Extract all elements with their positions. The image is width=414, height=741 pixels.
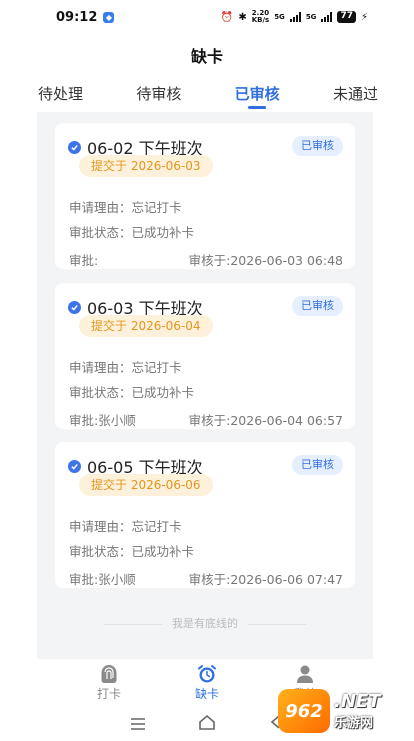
- tab-reviewed[interactable]: 已审核: [235, 80, 280, 112]
- watermark-site-name: 乐游网: [334, 716, 374, 731]
- reviewed-time: 审核于:2026-06-03 06:48: [188, 253, 343, 268]
- apply-reason: 申请理由：忘记打卡: [69, 200, 182, 215]
- submitted-date-chip: 提交于 2026-06-06: [79, 474, 213, 496]
- signal-icon-1: [289, 12, 301, 22]
- app-notification-icon: ◆: [103, 11, 115, 23]
- watermark-logo: 962: [278, 689, 330, 733]
- bluetooth-icon: ✱: [238, 11, 247, 23]
- status-badge: 已审核: [292, 455, 343, 475]
- reviewed-time: 审核于:2026-06-04 06:57: [188, 413, 343, 428]
- submitted-date-chip: 提交于 2026-06-04: [79, 315, 213, 337]
- check-circle-icon: [68, 300, 81, 314]
- approval-state: 审批状态：已成功补卡: [69, 385, 195, 400]
- active-tab-indicator: [248, 106, 267, 109]
- site-watermark: 962 .NET 乐游网: [278, 686, 408, 736]
- home-icon[interactable]: [198, 714, 216, 734]
- submitted-date-chip: 提交于 2026-06-03: [79, 155, 213, 177]
- battery-icon: 77: [337, 11, 356, 23]
- user-icon: [295, 664, 315, 684]
- check-circle-icon: [68, 459, 81, 473]
- watermark-text: .NET 乐游网: [334, 691, 380, 731]
- apply-reason: 申请理由：忘记打卡: [69, 519, 182, 534]
- approver: 审批:: [69, 253, 99, 268]
- record-list[interactable]: 06-02 下午班次 已审核 提交于 2026-06-03 申请理由：忘记打卡 …: [37, 112, 373, 659]
- record-card[interactable]: 06-05 下午班次 已审核 提交于 2026-06-06 申请理由：忘记打卡 …: [55, 442, 355, 588]
- apply-reason: 申请理由：忘记打卡: [69, 360, 182, 375]
- tab-rejected[interactable]: 未通过: [333, 80, 378, 112]
- nav-label: 缺卡: [194, 687, 219, 701]
- status-badge: 已审核: [292, 136, 343, 156]
- status-right: ⏰ ✱ 2.20 KB/s 5G 5G 77 ⚡: [221, 10, 368, 24]
- tab-label: 已审核: [234, 85, 280, 103]
- alarm-icon: ⏰: [220, 11, 234, 23]
- page-title: 缺卡: [190, 47, 223, 66]
- tab-label: 待处理: [38, 85, 84, 103]
- menu-icon[interactable]: [130, 715, 146, 734]
- approver: 审批:张小顺: [69, 572, 136, 587]
- signal-icon-2: [321, 12, 333, 22]
- sim1-label: 5G: [274, 12, 285, 21]
- approver: 审批:张小顺: [69, 413, 136, 428]
- tab-label: 未通过: [332, 85, 378, 103]
- check-circle-icon: [68, 140, 81, 154]
- charging-icon: ⚡: [360, 11, 368, 23]
- reviewed-time: 审核于:2026-06-06 07:47: [188, 572, 343, 587]
- sim2-label: 5G: [305, 12, 317, 21]
- record-card[interactable]: 06-03 下午班次 已审核 提交于 2026-06-04 申请理由：忘记打卡 …: [55, 283, 355, 429]
- watermark-domain: .NET: [334, 691, 381, 712]
- status-bar: 09:12 ◆ ⏰ ✱ 2.20 KB/s 5G 5G 77 ⚡: [0, 0, 414, 34]
- nav-item-clock-in[interactable]: 打卡: [79, 659, 139, 707]
- net-speed: 2.20 KB/s: [252, 10, 269, 24]
- tab-under-review[interactable]: 待审核: [136, 80, 181, 112]
- tab-label: 待审核: [136, 85, 182, 103]
- alarm-clock-icon: [197, 664, 217, 684]
- approval-state: 审批状态：已成功补卡: [69, 544, 195, 559]
- status-left: 09:12 ◆: [56, 9, 115, 25]
- status-time: 09:12: [56, 9, 98, 25]
- net-speed-unit: KB/s: [251, 16, 270, 24]
- fingerprint-icon: [99, 664, 119, 684]
- approval-state: 审批状态：已成功补卡: [69, 225, 195, 240]
- nav-item-missing-card[interactable]: 缺卡: [177, 659, 237, 707]
- nav-label: 打卡: [96, 687, 121, 701]
- status-tabs: 待处理 待审核 已审核 未通过: [38, 80, 378, 112]
- end-of-list-note: 我是有底线的: [37, 615, 373, 631]
- record-card[interactable]: 06-02 下午班次 已审核 提交于 2026-06-03 申请理由：忘记打卡 …: [55, 123, 355, 269]
- status-badge: 已审核: [292, 296, 343, 316]
- tab-pending[interactable]: 待处理: [38, 80, 83, 112]
